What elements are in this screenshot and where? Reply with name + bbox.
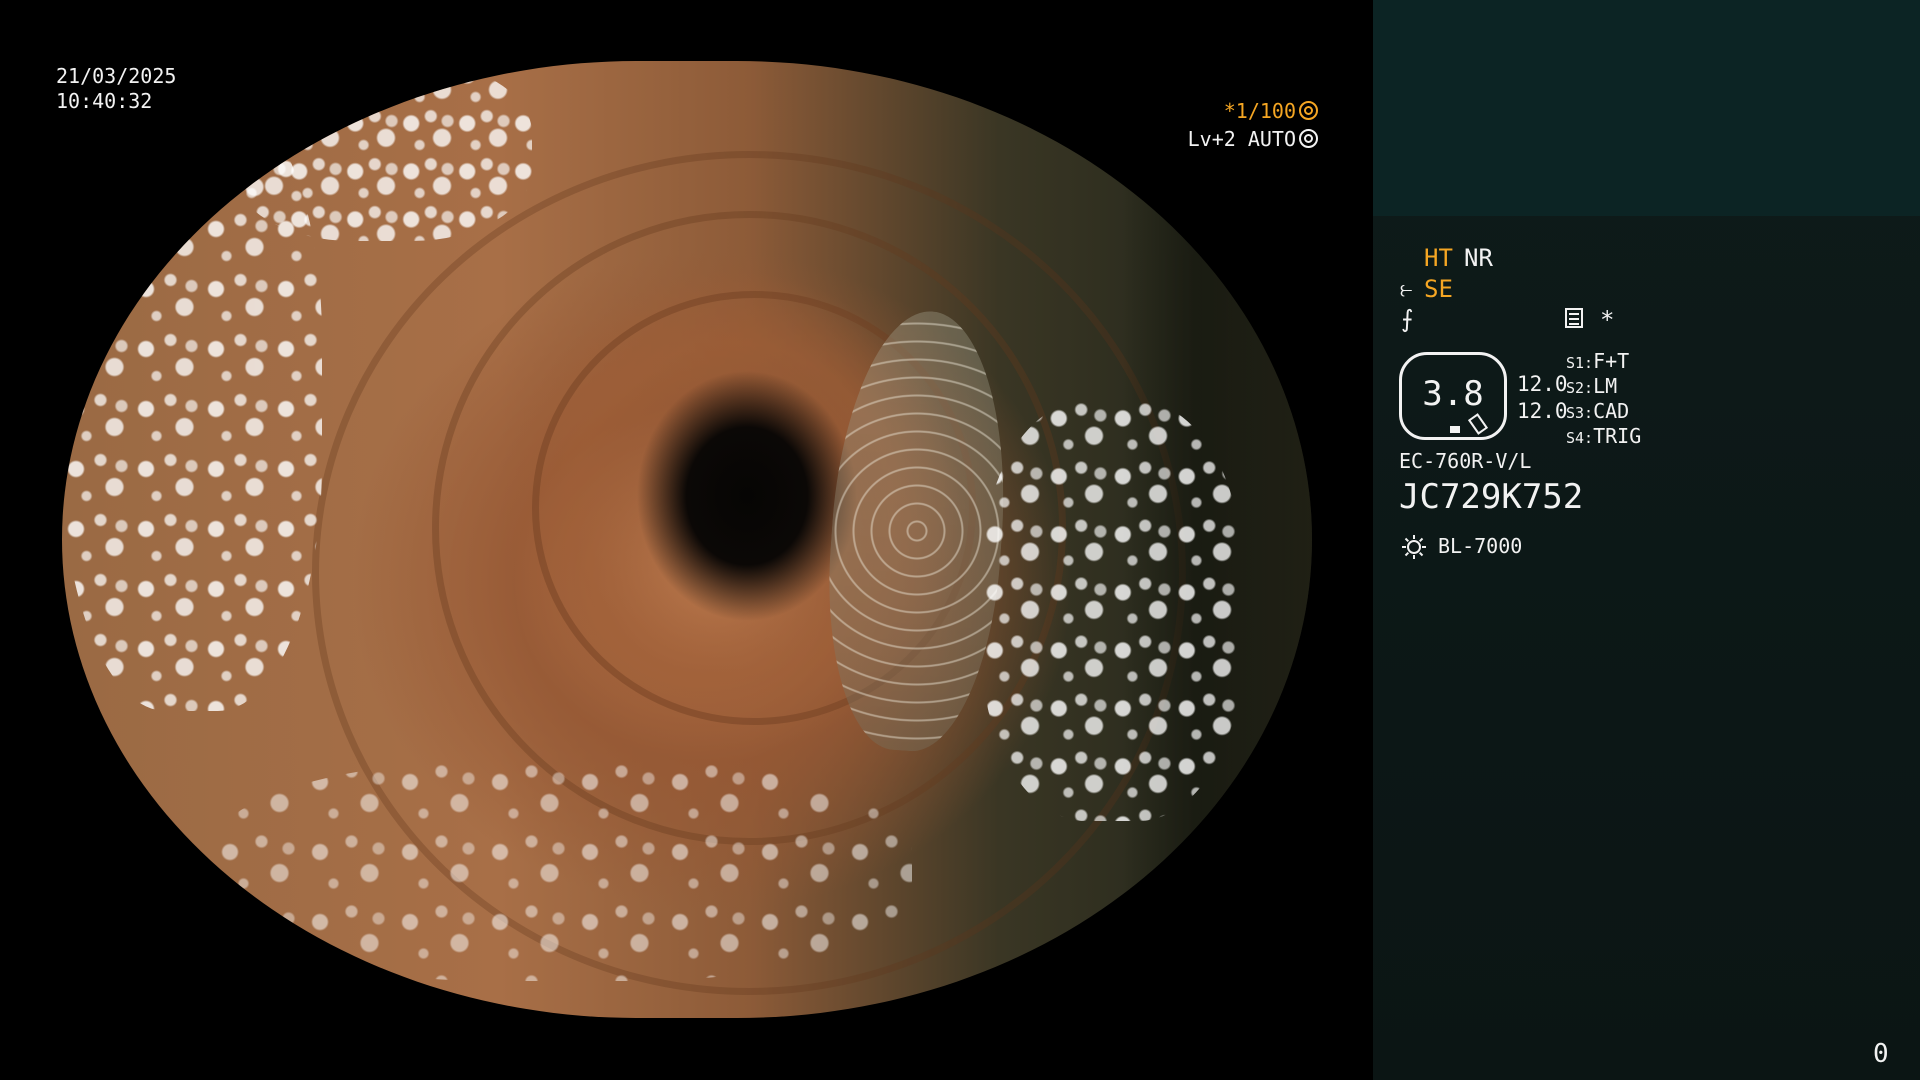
level-info: Lv+2 AUTO [1188,127,1318,152]
se-label: SE [1424,275,1453,303]
value-top: 12.0 [1517,372,1568,396]
endoscopy-monitor: 21/03/2025 10:40:32 *1/100 Lv+2 AUTO HT … [0,0,1920,1080]
document-icon [1565,308,1583,328]
shutter-info: *1/100 [1224,99,1318,124]
mucosal-fold [312,151,1186,995]
switch-value: TRIG [1593,424,1642,448]
bubbles-left [62,91,322,711]
endoscopic-view: 21/03/2025 10:40:32 *1/100 Lv+2 AUTO [0,0,1373,1080]
thumbnail-area [1373,0,1920,216]
star-label: * [1600,306,1615,334]
iris-icon [1299,129,1318,148]
bubbles-top [232,61,532,241]
edge-icon: ⨍ [1401,305,1414,333]
value-bottom: 12.0 [1517,399,1568,423]
aperture-icon [1299,101,1318,120]
zoom-lever-icon [1467,413,1489,435]
switch-key: S1: [1566,354,1594,372]
switch-value: LM [1593,374,1618,398]
switch-value: CAD [1593,399,1630,423]
zoom-marker [1450,426,1460,433]
zoom-value: 3.8 [1422,374,1484,414]
switch-s3: S3:CAD [1566,399,1629,425]
switch-s1: S1:F+T [1566,349,1629,375]
level-text: Lv+2 AUTO [1187,127,1296,151]
shadow-region [1122,61,1312,1018]
time-text: 10:40:32 [56,89,153,113]
info-panel: HT NR ⥼ SE ⨍ * 3.8 12.0 12.0 S1:F+T S2:L… [1373,0,1920,1080]
fluid-column [816,305,1018,757]
shutter-text: *1/100 [1223,99,1296,123]
nr-label: NR [1464,244,1493,272]
zoom-indicator: 3.8 [1399,352,1507,440]
structure-enhance-icon: ⥼ [1400,277,1413,302]
switch-key: S3: [1566,404,1594,422]
date-time: 21/03/2025 10:40:32 [56,64,176,114]
switch-s2: S2:LM [1566,374,1617,400]
light-source-icon [1402,535,1426,559]
endoscope-image [62,61,1312,1018]
scope-model: EC-760R-V/L [1399,449,1532,473]
light-source-label: BL-7000 [1438,534,1523,558]
serial-number: JC729K752 [1399,477,1584,517]
ht-label: HT [1424,244,1453,272]
switch-key: S2: [1566,379,1594,397]
date-text: 21/03/2025 [56,64,177,88]
image-counter: 0 [1873,1039,1889,1069]
bubbles-bottom [212,761,912,981]
switch-s4: S4:TRIG [1566,424,1641,450]
switch-key: S4: [1566,429,1594,447]
switch-value: F+T [1593,349,1630,373]
